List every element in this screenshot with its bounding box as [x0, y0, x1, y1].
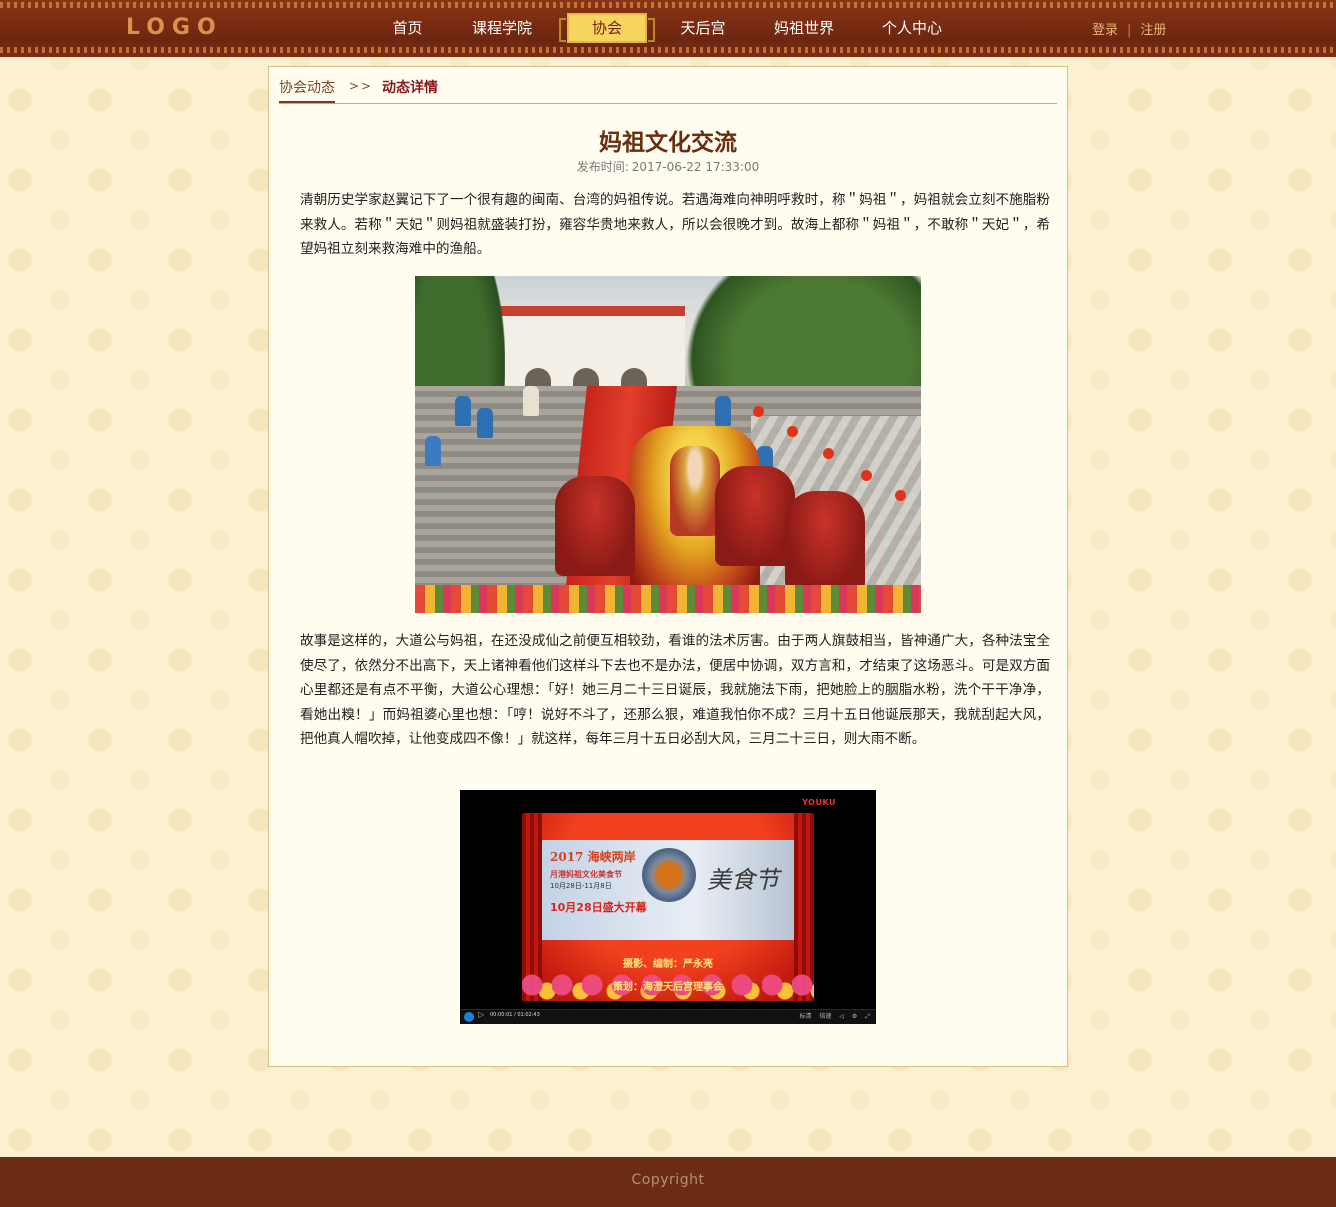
next-icon[interactable]: ▷ — [478, 1010, 484, 1019]
auth-separator: | — [1127, 23, 1132, 38]
youku-watermark: YOUKU — [802, 798, 836, 807]
photo-person — [523, 386, 539, 416]
photo-person — [477, 408, 493, 438]
breadcrumb-arrow: >> — [349, 79, 374, 93]
breadcrumb-association-news[interactable]: 协会动态 — [279, 77, 335, 103]
photo-temple — [485, 306, 685, 402]
photo-bearer — [555, 476, 635, 576]
photo-mazu-statue — [670, 446, 720, 536]
banner-dates: 10月28日-11月8日 — [550, 882, 612, 890]
volume-icon[interactable]: ◁ — [839, 1013, 844, 1020]
nav-item-personal-center[interactable]: 个人中心 — [876, 13, 948, 43]
publish-time: 发布时间: 2017-06-22 17:33:00 — [269, 158, 1067, 175]
photo-lantern — [861, 470, 872, 481]
login-link[interactable]: 登录 — [1092, 23, 1118, 38]
settings-icon[interactable]: ⚙ — [852, 1013, 857, 1020]
top-header: LOGO 首页 课程学院 协会 天后宫 妈祖世界 个人中心 登录 | 注册 — [0, 0, 1336, 57]
publish-time-value: 2017-06-22 17:33:00 — [631, 160, 760, 174]
auth-links: 登录 | 注册 — [1092, 19, 1166, 38]
header-fret-border-top — [0, 2, 1336, 8]
photo-lantern — [895, 490, 906, 501]
photo-person — [425, 436, 441, 466]
banner-food-plate — [642, 848, 696, 902]
publish-time-label: 发布时间: — [576, 160, 629, 174]
quality-button[interactable]: 标清 — [799, 1013, 811, 1020]
photo-bearer — [715, 466, 795, 566]
play-icon[interactable] — [464, 1012, 474, 1022]
page-footer: Copyright — [0, 1157, 1336, 1207]
header-fret-border-bottom — [0, 47, 1336, 53]
register-link[interactable]: 注册 — [1140, 23, 1166, 38]
nav-item-mazu-world[interactable]: 妈祖世界 — [768, 13, 840, 43]
video-controls-right: 标清 倍速 ◁ ⚙ ⤢ — [793, 1011, 870, 1021]
video-frame[interactable]: 2017 海峡两岸 月港妈祖文化美食节 10月28日-11月8日 10月28日盛… — [522, 813, 814, 1001]
photo-lantern — [787, 426, 798, 437]
breadcrumb: 协会动态 >> 动态详情 — [279, 77, 1057, 104]
banner-subtitle: 月港妈祖文化美食节 — [550, 870, 622, 879]
article-panel: 协会动态 >> 动态详情 妈祖文化交流 发布时间: 2017-06-22 17:3… — [268, 66, 1068, 1067]
article-paragraph-2: 故事是这样的，大道公与妈祖，在还没成仙之前便互相较劲，看谁的法术厉害。由于两人旗… — [300, 633, 1050, 747]
video-credit-planner: 策划：海澄天后宫理事会 — [613, 982, 723, 993]
nav-item-home[interactable]: 首页 — [380, 13, 435, 43]
photo-lantern — [753, 406, 764, 417]
photo-person — [455, 396, 471, 426]
mazu-procession-photo — [415, 276, 921, 613]
nav-item-association[interactable]: 协会 — [559, 13, 655, 43]
photo-bearer — [785, 491, 865, 591]
speed-button[interactable]: 倍速 — [819, 1013, 831, 1020]
site-logo[interactable]: LOGO — [126, 15, 223, 40]
video-festival-banner: 2017 海峡两岸 月港妈祖文化美食节 10月28日-11月8日 10月28日盛… — [542, 840, 794, 940]
nav-item-tianhou-temple[interactable]: 天后宫 — [673, 13, 733, 43]
banner-title: 2017 海峡两岸 — [550, 850, 636, 864]
article-paragraph-1: 清朝历史学家赵翼记下了一个很有趣的闽南、台湾的妈祖传说。若遇海难向神明呼救时，称… — [300, 192, 1050, 257]
video-control-bar: ▷ 00:00:01 / 01:02:43 标清 倍速 ◁ ⚙ ⤢ — [460, 1009, 876, 1024]
photo-lantern — [823, 448, 834, 459]
copyright-text: Copyright — [631, 1172, 705, 1188]
photo-person — [715, 396, 731, 426]
banner-festival-calligraphy: 美食节 — [707, 866, 779, 894]
banner-opening: 10月28日盛大开幕 — [550, 901, 647, 914]
photo-flower-offerings — [415, 585, 921, 613]
breadcrumb-current: 动态详情 — [382, 80, 438, 96]
video-player[interactable]: YOUKU 2017 海峡两岸 月港妈祖文化美食节 10月28日-11月8日 1… — [460, 790, 876, 1024]
nav-item-courses[interactable]: 课程学院 — [466, 13, 538, 43]
video-time: 00:00:01 / 01:02:43 — [490, 1012, 540, 1018]
article-title: 妈祖文化交流 — [599, 130, 737, 156]
fullscreen-icon[interactable]: ⤢ — [865, 1013, 870, 1020]
